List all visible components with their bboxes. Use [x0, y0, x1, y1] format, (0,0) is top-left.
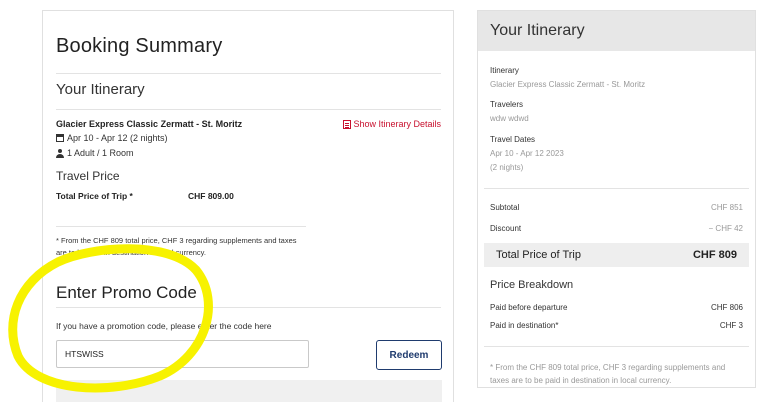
divider	[56, 109, 441, 110]
nights-value: (2 nights)	[490, 163, 524, 172]
total-label: Total Price of Trip	[496, 249, 581, 261]
itinerary-label: Itinerary	[490, 66, 519, 75]
travel-price-heading: Travel Price	[56, 169, 120, 183]
divider	[484, 346, 749, 347]
subtotal-row: Subtotal CHF 851	[490, 203, 743, 212]
total-price-value: CHF 809.00	[188, 191, 234, 201]
total-row: Total Price of Trip CHF 809	[484, 243, 749, 267]
price-breakdown-heading: Price Breakdown	[490, 279, 574, 291]
promo-heading: Enter Promo Code	[56, 283, 197, 302]
itinerary-summary-card: Your Itinerary Itinerary Glacier Express…	[477, 10, 756, 388]
subtotal-label: Subtotal	[490, 203, 520, 212]
trip-name: Glacier Express Classic Zermatt - St. Mo…	[56, 119, 243, 129]
paid-destination-label: Paid in destination*	[490, 321, 559, 330]
guests-line: 1 Adult / 1 Room	[56, 148, 134, 158]
total-value: CHF 809	[692, 249, 737, 261]
travel-dates: Apr 10 - Apr 12 (2 nights)	[67, 133, 168, 143]
redeem-button[interactable]: Redeem	[376, 340, 442, 370]
show-itinerary-details-link[interactable]: Show Itinerary Details	[343, 119, 441, 129]
guests: 1 Adult / 1 Room	[67, 148, 134, 158]
paid-destination-row: Paid in destination* CHF 3	[490, 321, 743, 330]
price-footnote: * From the CHF 809 total price, CHF 3 re…	[56, 236, 297, 257]
promo-hint: If you have a promotion code, please ent…	[56, 321, 272, 331]
travel-dates-label: Travel Dates	[490, 135, 536, 144]
divider	[56, 226, 306, 227]
travel-dates-value: Apr 10 - Apr 12 2023	[490, 149, 564, 158]
discount-label: Discount	[490, 224, 522, 233]
next-section-strip	[56, 380, 442, 402]
itinerary-heading: Your Itinerary	[56, 81, 145, 98]
summary-footnote: * From the CHF 809 total price, CHF 3 re…	[490, 363, 726, 385]
paid-before-value: CHF 806	[710, 303, 743, 312]
itinerary-value: Glacier Express Classic Zermatt - St. Mo…	[490, 80, 646, 89]
discount-value: − CHF 42	[708, 224, 743, 233]
paid-destination-value: CHF 3	[719, 321, 743, 330]
itinerary-details-icon	[343, 119, 352, 129]
subtotal-value: CHF 851	[710, 203, 743, 212]
promo-code-input[interactable]	[56, 340, 309, 368]
travelers-label: Travelers	[490, 100, 524, 109]
calendar-icon	[56, 134, 64, 142]
page-title: Booking Summary	[56, 35, 223, 57]
summary-title: Your Itinerary	[490, 22, 585, 39]
booking-summary-card: Booking Summary Your Itinerary Glacier E…	[42, 10, 454, 402]
travelers-value: wdw wdwd	[490, 114, 529, 123]
discount-row: Discount − CHF 42	[490, 224, 743, 233]
summary-header: Your Itinerary	[478, 11, 755, 51]
paid-before-label: Paid before departure	[490, 303, 568, 312]
paid-before-row: Paid before departure CHF 806	[490, 303, 743, 312]
divider	[56, 73, 441, 74]
travel-dates-line: Apr 10 - Apr 12 (2 nights)	[56, 133, 168, 143]
person-icon	[56, 148, 64, 158]
show-itinerary-details-label: Show Itinerary Details	[353, 119, 441, 129]
divider	[56, 307, 441, 308]
total-price-label: Total Price of Trip *	[56, 191, 133, 201]
divider	[484, 188, 749, 189]
